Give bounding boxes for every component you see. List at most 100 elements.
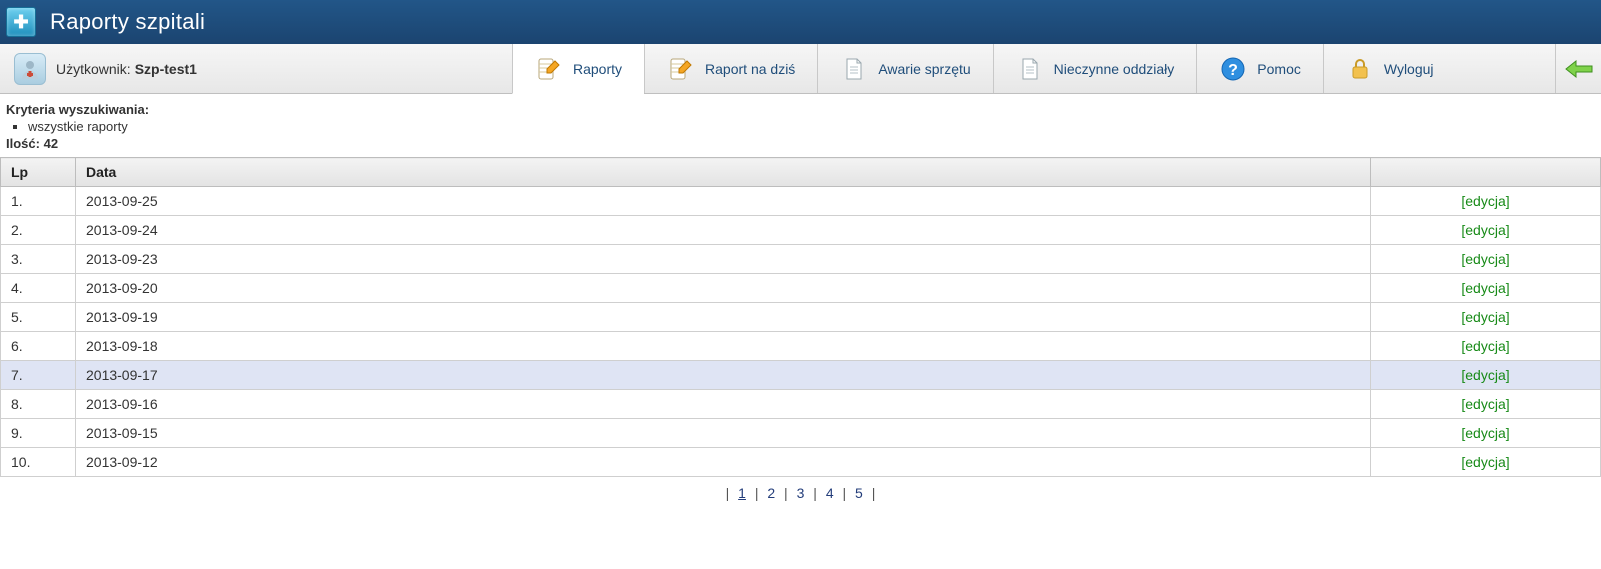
cell-action: [edycja] [1371,448,1601,477]
avatar [14,53,46,85]
cell-date: 2013-09-15 [76,419,1371,448]
pager-page[interactable]: 3 [794,485,808,501]
cell-action: [edycja] [1371,216,1601,245]
edit-link[interactable]: [edycja] [1461,454,1509,470]
col-action [1371,158,1601,187]
edit-link[interactable]: [edycja] [1461,367,1509,383]
criteria-list: wszystkie raporty [28,119,1595,134]
cell-action: [edycja] [1371,361,1601,390]
edit-link[interactable]: [edycja] [1461,280,1509,296]
cell-lp: 6. [1,332,76,361]
table-row: 7.2013-09-17 [edycja] [1,361,1601,390]
reports-table: Lp Data 1.2013-09-25[edycja]2.2013-09-24… [0,157,1601,477]
app-icon-glyph: ✚ [13,12,28,33]
table-row: 5.2013-09-19[edycja] [1,303,1601,332]
tab-label: Raport na dziś [705,61,795,77]
tab-closed-wards[interactable]: Nieczynne oddziały [993,44,1197,93]
tab-label: Raporty [573,61,622,77]
cell-date: 2013-09-17 [76,361,1371,390]
user-label: Użytkownik: [56,61,131,77]
edit-link[interactable]: [edycja] [1461,309,1509,325]
tab-help[interactable]: ? Pomoc [1196,44,1323,93]
search-criteria: Kryteria wyszukiwania: wszystkie raporty… [0,94,1601,157]
user-box: Użytkownik: Szp-test1 [0,44,512,93]
edit-link[interactable]: [edycja] [1461,396,1509,412]
pager-sep: | [837,485,852,501]
cell-date: 2013-09-16 [76,390,1371,419]
table-row: 10.2013-09-12[edycja] [1,448,1601,477]
document-icon [840,55,868,83]
pager-sep: | [724,485,736,501]
table-header-row: Lp Data [1,158,1601,187]
user-name: Szp-test1 [135,61,197,77]
criteria-heading: Kryteria wyszukiwania: [6,102,1595,117]
page-title: Raporty szpitali [50,9,205,35]
title-bar: ✚ Raporty szpitali [0,0,1601,44]
pager-sep: | [866,485,878,501]
pager-sep: | [807,485,822,501]
tab-label: Awarie sprzętu [878,61,970,77]
tab-report-today[interactable]: Raport na dziś [644,44,817,93]
back-arrow-icon [1564,59,1594,79]
cell-date: 2013-09-18 [76,332,1371,361]
cell-action: [edycja] [1371,303,1601,332]
cell-lp: 2. [1,216,76,245]
back-button[interactable] [1555,44,1601,93]
doctor-icon [18,57,42,81]
tab-reports[interactable]: Raporty [512,44,644,94]
cell-date: 2013-09-20 [76,274,1371,303]
cell-lp: 1. [1,187,76,216]
pager-page[interactable]: 1 [735,485,749,501]
cell-action: [edycja] [1371,187,1601,216]
document-icon [1016,55,1044,83]
cell-date: 2013-09-25 [76,187,1371,216]
cell-lp: 7. [1,361,76,390]
pager-sep: | [778,485,793,501]
nav-bar: Użytkownik: Szp-test1 Raporty Raport na d… [0,44,1601,94]
help-icon: ? [1219,55,1247,83]
cell-lp: 9. [1,419,76,448]
criteria-item: wszystkie raporty [28,119,1595,134]
notebook-pencil-icon [667,55,695,83]
cell-action: [edycja] [1371,274,1601,303]
table-row: 4.2013-09-20 [edycja] [1,274,1601,303]
table-row: 9.2013-09-15 [edycja] [1,419,1601,448]
cell-lp: 8. [1,390,76,419]
col-lp: Lp [1,158,76,187]
lock-icon [1346,55,1374,83]
cell-lp: 10. [1,448,76,477]
cell-action: [edycja] [1371,390,1601,419]
tab-equipment[interactable]: Awarie sprzętu [817,44,992,93]
edit-link[interactable]: [edycja] [1461,193,1509,209]
table-row: 2.2013-09-24 [edycja] [1,216,1601,245]
cell-date: 2013-09-24 [76,216,1371,245]
cell-action: [edycja] [1371,245,1601,274]
edit-link[interactable]: [edycja] [1461,338,1509,354]
cell-action: [edycja] [1371,332,1601,361]
pager: | 1 | 2 | 3 | 4 | 5 | [0,477,1601,515]
cell-action: [edycja] [1371,419,1601,448]
tab-logout[interactable]: Wyloguj [1323,44,1456,93]
svg-text:?: ? [1228,62,1238,79]
tab-label: Wyloguj [1384,61,1434,77]
notebook-pencil-icon [535,55,563,83]
pager-sep: | [749,485,764,501]
tab-label: Nieczynne oddziały [1054,61,1175,77]
edit-link[interactable]: [edycja] [1461,425,1509,441]
table-row: 1.2013-09-25 [edycja] [1,187,1601,216]
criteria-count: Ilość: 42 [6,136,1595,151]
criteria-count-value: 42 [44,136,58,151]
cell-date: 2013-09-19 [76,303,1371,332]
pager-page[interactable]: 5 [852,485,866,501]
table-row: 8.2013-09-16 [edycja] [1,390,1601,419]
table-row: 6.2013-09-18 [edycja] [1,332,1601,361]
table-row: 3.2013-09-23[edycja] [1,245,1601,274]
pager-page[interactable]: 4 [823,485,837,501]
app-icon: ✚ [6,7,36,37]
pager-page[interactable]: 2 [764,485,778,501]
cell-date: 2013-09-23 [76,245,1371,274]
tab-label: Pomoc [1257,61,1301,77]
edit-link[interactable]: [edycja] [1461,251,1509,267]
edit-link[interactable]: [edycja] [1461,222,1509,238]
cell-lp: 4. [1,274,76,303]
